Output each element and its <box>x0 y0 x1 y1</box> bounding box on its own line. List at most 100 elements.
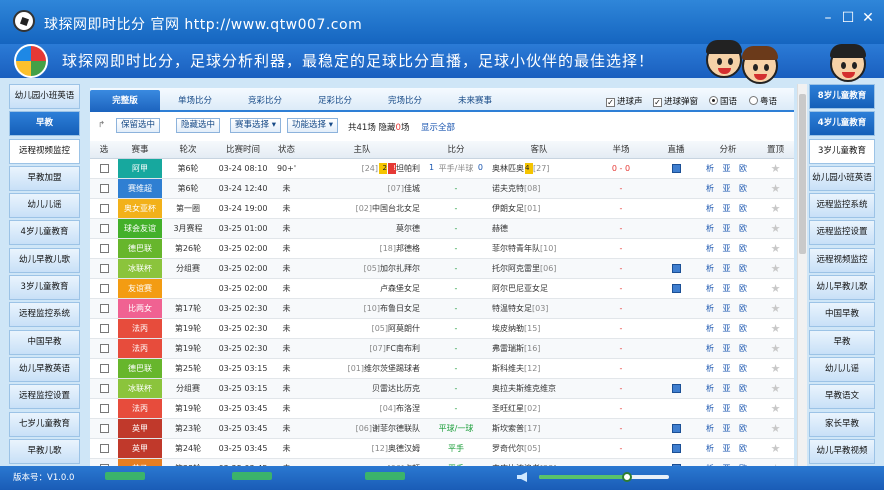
nav-item[interactable]: 七岁儿童教育 <box>9 411 80 437</box>
select-cell[interactable] <box>90 418 118 439</box>
league-badge[interactable]: 友谊赛 <box>118 278 162 297</box>
away-team-cell[interactable]: 圣旺红星[02] <box>489 398 589 419</box>
scrollbar-thumb[interactable] <box>799 94 806 254</box>
league-cell[interactable]: 冰联杯 <box>118 258 162 279</box>
nav-item[interactable]: 远程监控设置 <box>9 384 80 410</box>
table-row[interactable]: 阿甲 第6轮 03-24 08:10 90+' [24] 2 !坦帕利 1 0 平手/半球 奥林匹奥… <box>90 158 794 179</box>
away-team-name[interactable]: 伊朗女足 <box>492 204 524 213</box>
away-team-name[interactable]: 斯科维夫 <box>492 364 524 373</box>
score-cell[interactable]: - <box>423 398 489 419</box>
league-cell[interactable]: 英甲 <box>118 438 162 459</box>
score-cell[interactable]: - <box>423 258 489 279</box>
score-cell[interactable]: - <box>423 278 489 299</box>
league-badge[interactable]: 法丙 <box>118 338 162 357</box>
league-cell[interactable]: 奥女亚杯 <box>118 198 162 219</box>
analysis-cell[interactable]: 析 亚 欧 <box>699 278 757 299</box>
pin-cell[interactable]: ★ <box>757 198 794 219</box>
speaker-icon[interactable] <box>517 472 527 482</box>
star-icon[interactable]: ★ <box>771 442 781 455</box>
table-row[interactable]: 德巴联 第26轮 03-25 02:00 未 [18]邦德格 - 菲尔特青年队[10] - 析 … <box>90 238 794 259</box>
live-cell[interactable] <box>653 258 699 279</box>
nav-item[interactable]: 4岁儿童教育 <box>809 111 875 137</box>
league-badge[interactable]: 奥女亚杯 <box>118 198 162 217</box>
tv-icon[interactable] <box>671 163 681 173</box>
live-cell[interactable] <box>653 358 699 379</box>
star-icon[interactable]: ★ <box>771 362 781 375</box>
league-badge[interactable]: 英甲 <box>118 438 162 457</box>
pin-cell[interactable]: ★ <box>757 358 794 379</box>
home-team-cell[interactable]: [10]布鲁日女足 <box>301 298 423 319</box>
live-cell[interactable] <box>653 438 699 459</box>
table-row[interactable]: 冰联杯 分组赛 03-25 03:15 未 贝雷达比历克 - 奥拉夫斯维克维京 - 析 亚 欧 ★ <box>90 378 794 399</box>
league-badge[interactable]: 法丙 <box>118 398 162 417</box>
row-checkbox[interactable] <box>99 423 109 433</box>
select-cell[interactable] <box>90 218 118 239</box>
home-team-name[interactable]: 维尔茨堡踢球者 <box>364 364 420 373</box>
star-icon[interactable]: ★ <box>771 382 781 395</box>
away-team-cell[interactable]: 奥拉夫斯维克维京 <box>489 378 589 399</box>
league-badge[interactable]: 冰联杯 <box>118 378 162 397</box>
analysis-links[interactable]: 析 亚 欧 <box>706 204 750 213</box>
star-icon[interactable]: ★ <box>771 222 781 235</box>
row-checkbox[interactable] <box>99 223 109 233</box>
select-cell[interactable] <box>90 238 118 259</box>
away-team-name[interactable]: 圣旺红星 <box>492 404 524 413</box>
home-team-name[interactable]: 阿莫朗什 <box>388 324 420 333</box>
row-checkbox[interactable] <box>99 323 109 333</box>
tab-full[interactable]: 完整版 <box>90 90 160 112</box>
home-team-cell[interactable]: [06]卢顿 <box>301 458 423 466</box>
table-row[interactable]: 比两女 第17轮 03-25 02:30 未 [10]布鲁日女足 - 特温特女足[03] - 析… <box>90 298 794 319</box>
league-cell[interactable]: 法丙 <box>118 318 162 339</box>
pin-cell[interactable]: ★ <box>757 398 794 419</box>
away-team-cell[interactable]: 阿尔巴尼亚女足 <box>489 278 589 299</box>
row-checkbox[interactable] <box>99 363 109 373</box>
analysis-links[interactable]: 析 亚 欧 <box>706 424 750 433</box>
row-checkbox[interactable] <box>99 403 109 413</box>
home-team-cell[interactable]: [24] 2 !坦帕利 <box>301 158 423 179</box>
select-cell[interactable] <box>90 298 118 319</box>
nav-item[interactable]: 早教儿歌 <box>9 438 80 464</box>
away-team-name[interactable]: 埃皮纳勒 <box>492 324 524 333</box>
pin-cell[interactable]: ★ <box>757 158 794 179</box>
analysis-cell[interactable]: 析 亚 欧 <box>699 238 757 259</box>
star-icon[interactable]: ★ <box>771 342 781 355</box>
league-cell[interactable]: 冰联杯 <box>118 378 162 399</box>
goal-popup-option[interactable]: ✓ 进球弹窗 <box>653 95 698 107</box>
keep-selected-button[interactable]: 保留选中 <box>116 118 161 133</box>
star-icon[interactable]: ★ <box>771 322 781 335</box>
analysis-cell[interactable]: 析 亚 欧 <box>699 398 757 419</box>
analysis-cell[interactable]: 析 亚 欧 <box>699 378 757 399</box>
tv-icon[interactable] <box>671 443 681 453</box>
home-team-cell[interactable]: [06]谢菲尔德联队 <box>301 418 423 439</box>
home-team-name[interactable]: 谢菲尔德联队 <box>372 424 420 433</box>
select-cell[interactable] <box>90 258 118 279</box>
table-row[interactable]: 英甲 第23轮 03-25 03:45 未 [06]谢菲尔德联队 平球/一球 斯坎索普[17… <box>90 418 794 439</box>
tab-finished-score[interactable]: 完场比分 <box>372 90 438 112</box>
pin-cell[interactable]: ★ <box>757 258 794 279</box>
live-cell[interactable] <box>653 238 699 259</box>
cantonese-radio[interactable] <box>749 96 758 105</box>
tab-jingcai-score[interactable]: 竞彩比分 <box>232 90 298 112</box>
star-icon[interactable]: ★ <box>771 422 781 435</box>
away-team-name[interactable]: 阿尔巴尼亚女足 <box>492 284 548 293</box>
row-checkbox[interactable] <box>99 443 109 453</box>
pin-cell[interactable]: ★ <box>757 298 794 319</box>
tv-icon[interactable] <box>671 423 681 433</box>
analysis-links[interactable]: 析 亚 欧 <box>706 364 750 373</box>
star-icon[interactable]: ★ <box>771 302 781 315</box>
analysis-cell[interactable]: 析 亚 欧 <box>699 418 757 439</box>
analysis-cell[interactable]: 析 亚 欧 <box>699 338 757 359</box>
score-cell[interactable]: - <box>423 298 489 319</box>
live-cell[interactable] <box>653 198 699 219</box>
league-cell[interactable]: 英甲 <box>118 418 162 439</box>
away-team-cell[interactable]: 韦康比流浪者[23] <box>489 458 589 466</box>
star-icon[interactable]: ★ <box>771 282 781 295</box>
away-team-cell[interactable]: 赫德 <box>489 218 589 239</box>
nav-item[interactable]: 家长早教 <box>809 411 875 437</box>
analysis-cell[interactable]: 析 亚 欧 <box>699 318 757 339</box>
pin-cell[interactable]: ★ <box>757 218 794 239</box>
league-cell[interactable]: 阿甲 <box>118 158 162 179</box>
nav-item[interactable]: 幼儿园小班英语 <box>809 165 875 191</box>
league-badge[interactable]: 阿甲 <box>118 158 162 177</box>
live-cell[interactable] <box>653 298 699 319</box>
